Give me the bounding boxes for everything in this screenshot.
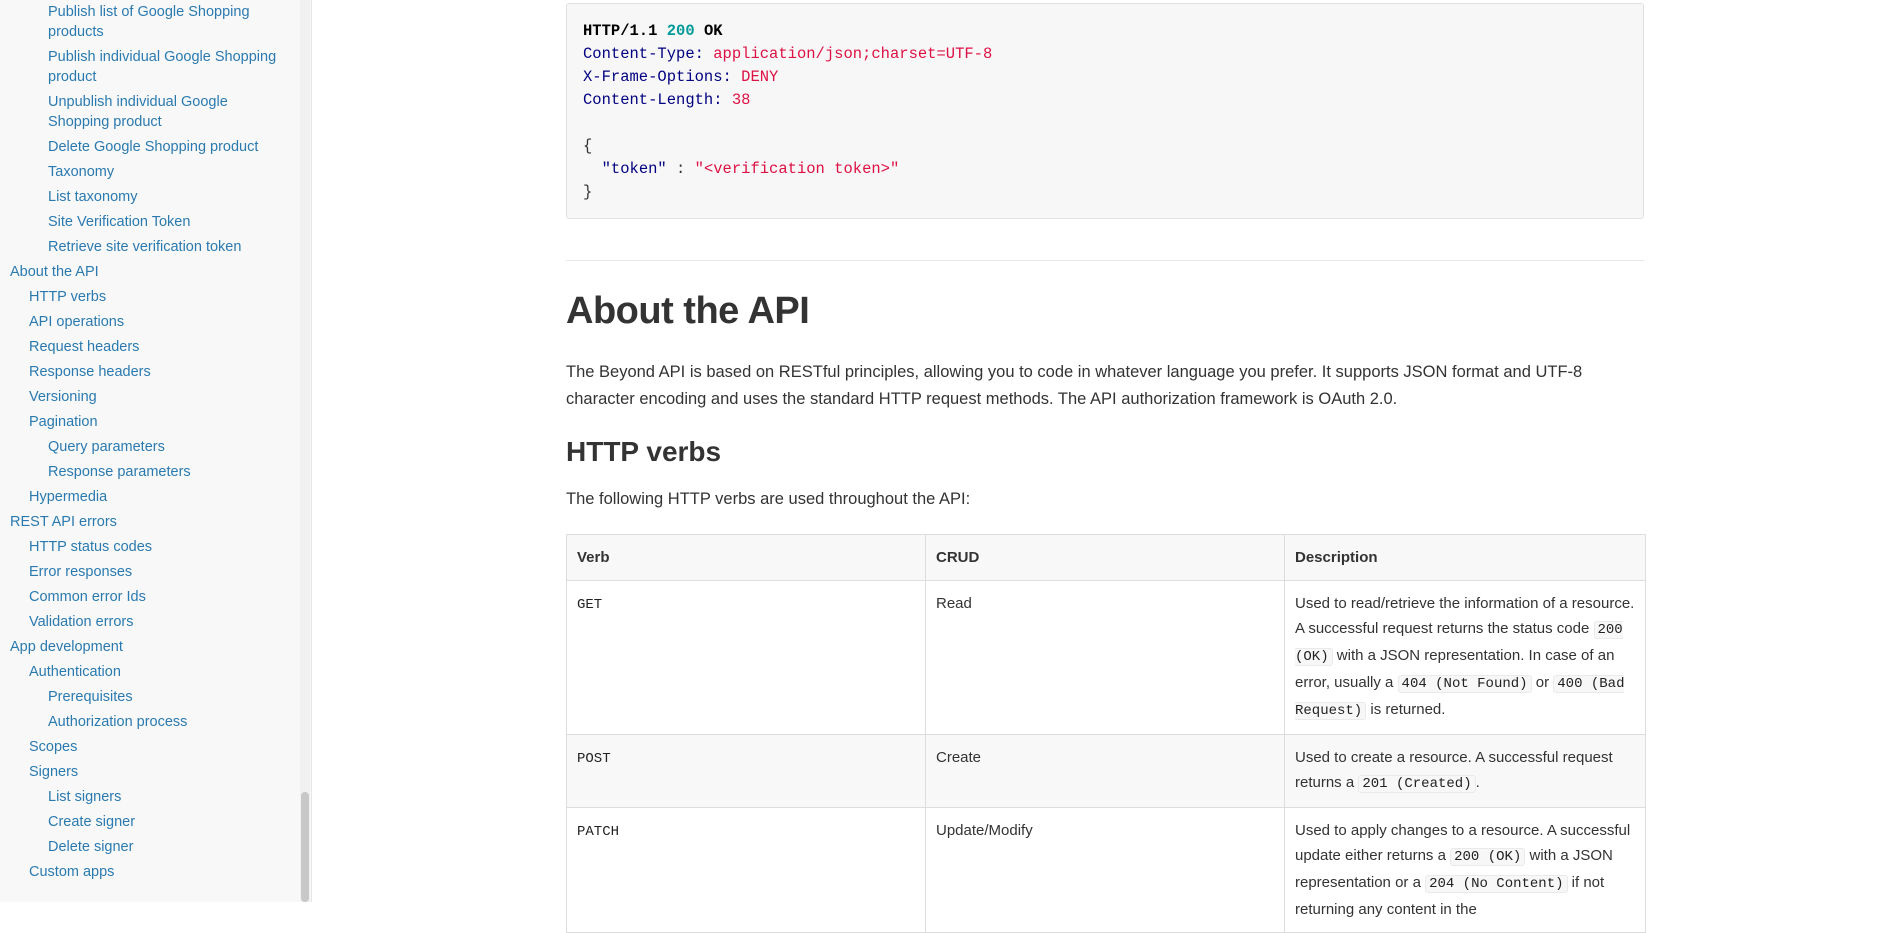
- sidebar-item-site-verification-token[interactable]: Site Verification Token: [48, 212, 190, 232]
- code-json-value: "<verification token>": [694, 160, 900, 178]
- sidebar-item-list-signers[interactable]: List signers: [48, 787, 121, 807]
- http-verbs-table: Verb CRUD Description GET Read Used to r…: [566, 534, 1646, 933]
- code-header-value: DENY: [741, 68, 779, 86]
- verb-code: PATCH: [577, 824, 620, 840]
- code-json-sep: :: [666, 160, 695, 178]
- sidebar-item-versioning[interactable]: Versioning: [29, 387, 97, 407]
- table-header-description: Description: [1284, 534, 1646, 581]
- status-code: 201 (Created): [1358, 775, 1476, 793]
- code-json-line: "token" : "<verification token>": [583, 158, 1627, 181]
- code-header-key: Content-Length:: [583, 91, 723, 109]
- section-intro: The following HTTP verbs are used throug…: [566, 490, 971, 508]
- sidebar-item-http-status-codes[interactable]: HTTP status codes: [29, 537, 152, 557]
- sidebar-item-create-signer[interactable]: Create signer: [48, 812, 135, 832]
- page-title: About the API: [566, 290, 810, 332]
- section-divider: [566, 260, 1644, 261]
- code-status-text: OK: [703, 22, 723, 40]
- status-code: 404 (Not Found): [1397, 675, 1532, 693]
- sidebar-item-delete-signer[interactable]: Delete signer: [48, 837, 133, 857]
- sidebar-item-request-headers[interactable]: Request headers: [29, 337, 139, 357]
- table-cell-verb: GET: [566, 580, 926, 735]
- table-header-crud: CRUD: [925, 534, 1285, 581]
- table-row: GET Read Used to read/retrieve the infor…: [566, 580, 1646, 735]
- sidebar-item-authorization-process[interactable]: Authorization process: [48, 712, 187, 732]
- verb-code: GET: [577, 597, 603, 613]
- code-brace-open: {: [583, 135, 1627, 158]
- sidebar-item-validation-errors[interactable]: Validation errors: [29, 612, 134, 632]
- sidebar-nav: Publish list of Google Shopping products…: [0, 0, 312, 902]
- table-row: PATCH Update/Modify Used to apply change…: [566, 807, 1646, 933]
- description-text: .: [1475, 774, 1480, 791]
- verb-code: POST: [577, 751, 611, 767]
- table-cell-description: Used to read/retrieve the information of…: [1284, 580, 1646, 735]
- table-header-row: Verb CRUD Description: [566, 534, 1646, 581]
- code-header-line: Content-Type: application/json;charset=U…: [583, 43, 1627, 66]
- sidebar-item-list-taxonomy[interactable]: List taxonomy: [48, 187, 137, 207]
- code-header-line: X-Frame-Options: DENY: [583, 66, 1627, 89]
- code-header-line: Content-Length: 38: [583, 89, 1627, 112]
- sidebar-item-prerequisites[interactable]: Prerequisites: [48, 687, 133, 707]
- table-cell-crud: Create: [925, 734, 1285, 808]
- table-cell-crud: Update/Modify: [925, 807, 1285, 933]
- sidebar-item-custom-apps[interactable]: Custom apps: [29, 862, 114, 882]
- table-cell-verb: PATCH: [566, 807, 926, 933]
- sidebar-item-about-the-api[interactable]: About the API: [10, 262, 99, 282]
- description-text: or: [1531, 674, 1554, 691]
- status-code: 204 (No Content): [1425, 875, 1568, 893]
- sidebar-item-response-headers[interactable]: Response headers: [29, 362, 151, 382]
- section-heading-http-verbs: HTTP verbs: [566, 436, 722, 467]
- code-brace-close: }: [583, 181, 1627, 204]
- sidebar-scrollbar-track[interactable]: [300, 0, 310, 902]
- table-cell-verb: POST: [566, 734, 926, 808]
- code-status-code: 200: [666, 22, 695, 40]
- sidebar-item-pagination[interactable]: Pagination: [29, 412, 98, 432]
- sidebar-item-publish-list-google-shopping[interactable]: Publish list of Google Shopping products: [48, 2, 278, 42]
- sidebar-item-scopes[interactable]: Scopes: [29, 737, 77, 757]
- code-header-value: 38: [731, 91, 751, 109]
- status-code: 200 (OK): [1450, 848, 1526, 866]
- sidebar-item-error-responses[interactable]: Error responses: [29, 562, 132, 582]
- sidebar-item-http-verbs[interactable]: HTTP verbs: [29, 287, 106, 307]
- code-header-key: X-Frame-Options:: [583, 68, 732, 86]
- code-brace: {: [583, 137, 593, 155]
- sidebar-item-hypermedia[interactable]: Hypermedia: [29, 487, 107, 507]
- http-response-code-block: HTTP/1.1 200 OK Content-Type: applicatio…: [566, 3, 1644, 219]
- code-status-line: HTTP/1.1 200 OK: [583, 20, 1627, 43]
- table-cell-description: Used to apply changes to a resource. A s…: [1284, 807, 1646, 933]
- table-cell-crud: Read: [925, 580, 1285, 735]
- table-row: POST Create Used to create a resource. A…: [566, 734, 1646, 808]
- sidebar-item-response-parameters[interactable]: Response parameters: [48, 462, 191, 482]
- sidebar-scrollbar-thumb[interactable]: [301, 792, 309, 902]
- sidebar-item-rest-api-errors[interactable]: REST API errors: [10, 512, 117, 532]
- description-text: is returned.: [1366, 701, 1446, 718]
- table-header-verb: Verb: [566, 534, 926, 581]
- sidebar-item-authentication[interactable]: Authentication: [29, 662, 121, 682]
- sidebar-item-query-parameters[interactable]: Query parameters: [48, 437, 165, 457]
- sidebar-item-signers[interactable]: Signers: [29, 762, 78, 782]
- table-cell-description: Used to create a resource. A successful …: [1284, 734, 1646, 808]
- sidebar-item-unpublish-individual-google-shopping[interactable]: Unpublish individual Google Shopping pro…: [48, 92, 278, 132]
- sidebar-item-common-error-ids[interactable]: Common error Ids: [29, 587, 146, 607]
- code-json-key: "token": [601, 160, 667, 178]
- sidebar-item-taxonomy[interactable]: Taxonomy: [48, 162, 114, 182]
- description-text: Used to read/retrieve the information of…: [1295, 595, 1635, 637]
- code-brace: }: [583, 183, 593, 201]
- sidebar-item-api-operations[interactable]: API operations: [29, 312, 124, 332]
- sidebar-item-publish-individual-google-shopping[interactable]: Publish individual Google Shopping produ…: [48, 47, 278, 87]
- intro-paragraph: The Beyond API is based on RESTful princ…: [566, 363, 1583, 408]
- sidebar-item-delete-google-shopping[interactable]: Delete Google Shopping product: [48, 137, 258, 157]
- code-status-proto: HTTP/1.1: [583, 22, 658, 40]
- sidebar-item-retrieve-site-verification[interactable]: Retrieve site verification token: [48, 237, 241, 257]
- code-header-key: Content-Type:: [583, 45, 704, 63]
- code-header-value: application/json;charset=UTF-8: [713, 45, 993, 63]
- sidebar-item-app-development[interactable]: App development: [10, 637, 123, 657]
- main-content: HTTP/1.1 200 OK Content-Type: applicatio…: [566, 0, 1646, 933]
